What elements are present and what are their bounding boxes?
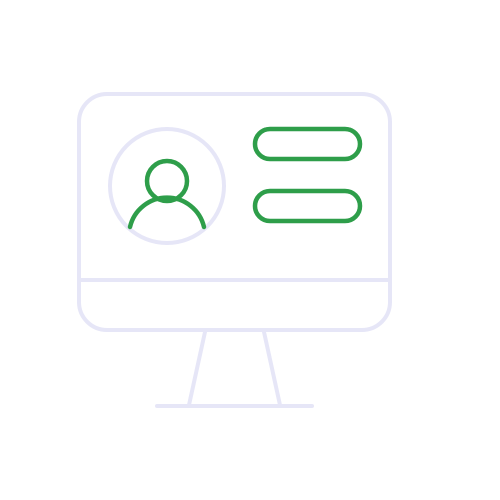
monitor-stand-right-leg: [262, 330, 282, 407]
avatar-head: [144, 158, 190, 204]
monitor-stand-left-leg: [187, 330, 207, 407]
avatar-frame-circle: [108, 127, 226, 245]
monitor-user-profile-illustration: [77, 92, 392, 408]
profile-info-bar-icon: [252, 126, 363, 224]
monitor-icon: [77, 92, 392, 408]
user-avatar-icon: [127, 158, 207, 230]
info-bar-top: [252, 126, 363, 162]
illustration-canvas: [0, 0, 500, 500]
info-bar-bottom: [252, 188, 363, 224]
